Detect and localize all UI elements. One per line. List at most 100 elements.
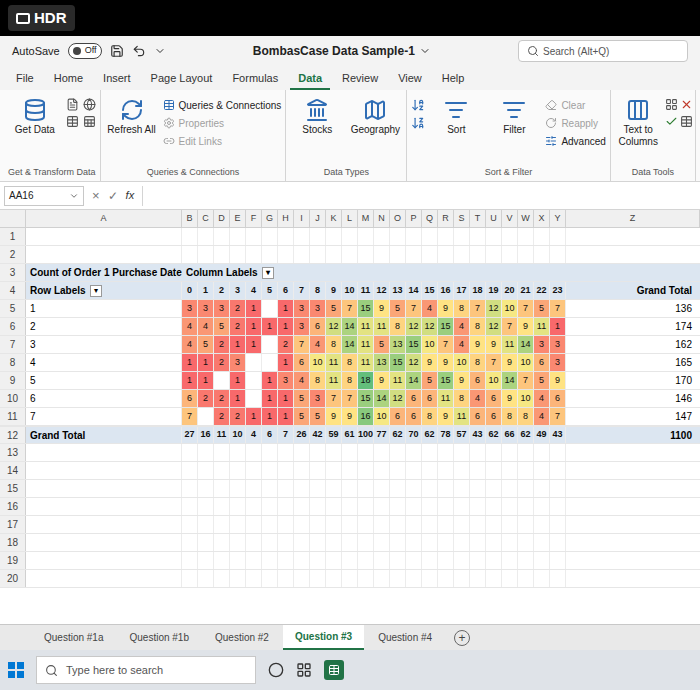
cell[interactable] bbox=[182, 570, 198, 587]
cell[interactable] bbox=[374, 480, 390, 497]
cell[interactable] bbox=[518, 246, 534, 263]
cell[interactable] bbox=[358, 570, 374, 587]
cell[interactable] bbox=[198, 534, 214, 551]
cortana-icon[interactable] bbox=[268, 662, 284, 678]
cell[interactable]: 0 bbox=[182, 282, 198, 299]
cell[interactable] bbox=[294, 516, 310, 533]
insert-function-button[interactable]: fx bbox=[126, 187, 135, 204]
cell[interactable] bbox=[502, 570, 518, 587]
row-header[interactable]: 12 bbox=[0, 427, 26, 443]
cell[interactable] bbox=[262, 228, 278, 245]
cell[interactable]: 12 bbox=[406, 354, 422, 371]
cell[interactable]: 7 bbox=[518, 300, 534, 317]
row-header[interactable]: 5 bbox=[0, 300, 26, 317]
ribbon-button[interactable]: Sort bbox=[429, 94, 483, 136]
cell[interactable]: 2 bbox=[214, 336, 230, 353]
cell[interactable] bbox=[342, 246, 358, 263]
cell[interactable]: 15 bbox=[406, 336, 422, 353]
cell[interactable] bbox=[438, 552, 454, 569]
cell[interactable]: 15 bbox=[390, 354, 406, 371]
cell[interactable]: 4 bbox=[454, 336, 470, 353]
row-header[interactable]: 2 bbox=[0, 246, 26, 263]
cell[interactable] bbox=[454, 480, 470, 497]
column-header[interactable]: A bbox=[26, 210, 182, 227]
cell[interactable] bbox=[374, 570, 390, 587]
cell[interactable] bbox=[246, 498, 262, 515]
cell[interactable] bbox=[390, 552, 406, 569]
cell[interactable] bbox=[470, 516, 486, 533]
cell[interactable] bbox=[182, 480, 198, 497]
cell[interactable] bbox=[390, 480, 406, 497]
cell[interactable] bbox=[486, 498, 502, 515]
cell[interactable] bbox=[214, 444, 230, 461]
cell[interactable] bbox=[518, 570, 534, 587]
cell[interactable] bbox=[26, 552, 182, 569]
cell[interactable]: 4 bbox=[422, 300, 438, 317]
cell[interactable] bbox=[198, 246, 214, 263]
cell[interactable]: 146 bbox=[566, 390, 700, 407]
row-header[interactable]: 18 bbox=[0, 534, 26, 551]
cell[interactable]: 1 bbox=[246, 318, 262, 335]
column-header[interactable]: P bbox=[406, 210, 422, 227]
cell[interactable]: 6 bbox=[262, 427, 278, 443]
excel-taskbar-icon[interactable] bbox=[324, 660, 344, 680]
cell[interactable]: 2 bbox=[230, 300, 246, 317]
cell[interactable]: 15 bbox=[358, 300, 374, 317]
cell[interactable] bbox=[534, 570, 550, 587]
cell[interactable] bbox=[278, 498, 294, 515]
cell[interactable]: 15 bbox=[358, 390, 374, 407]
cell[interactable]: 3 bbox=[230, 354, 246, 371]
cell[interactable] bbox=[342, 462, 358, 479]
cell[interactable] bbox=[326, 534, 342, 551]
cell[interactable] bbox=[198, 552, 214, 569]
cell[interactable]: 49 bbox=[534, 427, 550, 443]
cell[interactable]: 4 bbox=[182, 336, 198, 353]
sheet-tab[interactable]: Question #1b bbox=[118, 625, 202, 650]
cell[interactable]: 1 bbox=[230, 372, 246, 389]
cell[interactable] bbox=[182, 228, 198, 245]
cell[interactable]: 4 bbox=[246, 282, 262, 299]
cell[interactable]: 8 bbox=[390, 318, 406, 335]
cell[interactable] bbox=[550, 552, 566, 569]
cell[interactable]: 6 bbox=[406, 390, 422, 407]
cell[interactable]: 11 bbox=[214, 427, 230, 443]
cell[interactable]: 1 bbox=[230, 390, 246, 407]
cell[interactable]: 7 bbox=[550, 408, 566, 425]
cell[interactable] bbox=[566, 516, 700, 533]
cell[interactable]: 7 bbox=[294, 336, 310, 353]
row-header[interactable]: 15 bbox=[0, 480, 26, 497]
cell[interactable] bbox=[358, 246, 374, 263]
cell[interactable] bbox=[374, 228, 390, 245]
cell[interactable] bbox=[390, 516, 406, 533]
column-header[interactable]: N bbox=[374, 210, 390, 227]
cell[interactable]: 10 bbox=[518, 354, 534, 371]
cell[interactable] bbox=[278, 570, 294, 587]
cell[interactable] bbox=[246, 354, 262, 371]
cell[interactable]: 62 bbox=[390, 427, 406, 443]
cell[interactable] bbox=[566, 552, 700, 569]
row-header[interactable]: 16 bbox=[0, 498, 26, 515]
sheet-tab[interactable]: Question #4 bbox=[366, 625, 444, 650]
cell[interactable]: Count of Order 1 Purchase Date bbox=[26, 264, 182, 281]
cell[interactable]: 3 bbox=[278, 372, 294, 389]
cell[interactable]: 5 bbox=[534, 372, 550, 389]
cell[interactable] bbox=[278, 444, 294, 461]
cell[interactable] bbox=[502, 498, 518, 515]
cell[interactable]: 15 bbox=[438, 372, 454, 389]
cell[interactable] bbox=[390, 498, 406, 515]
ribbon-small-button[interactable]: Clear bbox=[545, 96, 605, 114]
cell[interactable]: 8 bbox=[454, 300, 470, 317]
cell[interactable]: 2 bbox=[230, 318, 246, 335]
cell[interactable]: 7 bbox=[550, 300, 566, 317]
cell[interactable]: 62 bbox=[422, 427, 438, 443]
cell[interactable]: 2 bbox=[214, 408, 230, 425]
cell[interactable] bbox=[310, 516, 326, 533]
cell[interactable] bbox=[262, 462, 278, 479]
cell[interactable]: 7 bbox=[486, 354, 502, 371]
ribbon-small-button[interactable]: Properties bbox=[163, 114, 282, 132]
cell[interactable] bbox=[438, 516, 454, 533]
column-header[interactable]: X bbox=[534, 210, 550, 227]
consolidate-icon[interactable] bbox=[680, 115, 693, 128]
ribbon-small-button[interactable]: Reapply bbox=[545, 114, 605, 132]
column-header[interactable]: Y bbox=[550, 210, 566, 227]
